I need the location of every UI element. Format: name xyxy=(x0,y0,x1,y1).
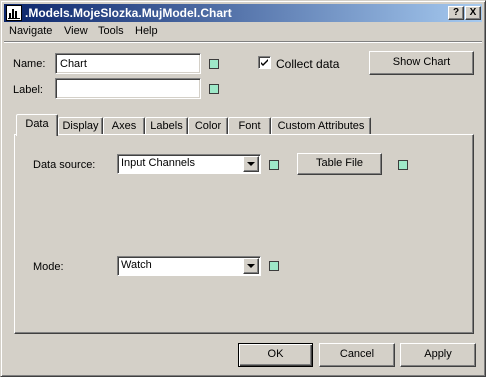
ok-button[interactable]: OK xyxy=(238,343,313,367)
chevron-down-icon[interactable] xyxy=(243,156,259,172)
name-attribute-marker[interactable] xyxy=(209,59,219,69)
name-label: Name: xyxy=(13,58,46,70)
table-file-attribute-marker[interactable] xyxy=(398,160,408,170)
collect-data-checkbox[interactable] xyxy=(258,56,271,69)
window-title: .Models.MojeSlozka.MujModel.Chart xyxy=(25,6,232,20)
data-source-label: Data source: xyxy=(33,159,96,171)
help-button[interactable]: ? xyxy=(448,6,464,20)
chart-app-icon xyxy=(6,5,22,21)
name-input[interactable] xyxy=(55,53,201,74)
mode-label: Mode: xyxy=(33,261,64,273)
label-attribute-marker[interactable] xyxy=(209,84,219,94)
cancel-button[interactable]: Cancel xyxy=(319,343,395,367)
dialog-window: .Models.MojeSlozka.MujModel.Chart ? X Na… xyxy=(0,0,486,377)
tab-font[interactable]: Font xyxy=(228,117,271,135)
tab-color[interactable]: Color xyxy=(188,117,228,135)
close-button[interactable]: X xyxy=(465,6,481,20)
chevron-down-icon[interactable] xyxy=(243,258,259,274)
label-label: Label: xyxy=(13,84,43,96)
data-source-value: Input Channels xyxy=(121,157,195,169)
data-source-attribute-marker[interactable] xyxy=(269,160,279,170)
tab-data[interactable]: Data xyxy=(16,114,58,136)
mode-dropdown[interactable]: Watch xyxy=(117,256,261,276)
mode-value: Watch xyxy=(121,259,152,271)
data-source-dropdown[interactable]: Input Channels xyxy=(117,154,261,174)
mode-attribute-marker[interactable] xyxy=(269,261,279,271)
label-input[interactable] xyxy=(55,78,201,99)
menu-navigate[interactable]: Navigate xyxy=(9,25,52,37)
menu-help[interactable]: Help xyxy=(135,25,158,37)
menu-bar: Navigate View Tools Help xyxy=(4,23,482,41)
tab-axes[interactable]: Axes xyxy=(103,117,145,135)
tab-labels[interactable]: Labels xyxy=(145,117,188,135)
menu-divider xyxy=(4,41,482,43)
checkmark-icon xyxy=(261,59,268,66)
table-file-button[interactable]: Table File xyxy=(297,153,382,175)
show-chart-button[interactable]: Show Chart xyxy=(369,51,474,75)
title-bar[interactable]: .Models.MojeSlozka.MujModel.Chart ? X xyxy=(4,4,482,22)
collect-data-label: Collect data xyxy=(276,57,340,71)
apply-button[interactable]: Apply xyxy=(400,343,476,367)
tab-display[interactable]: Display xyxy=(58,117,103,135)
menu-view[interactable]: View xyxy=(64,25,88,37)
tab-custom-attributes[interactable]: Custom Attributes xyxy=(271,117,371,135)
menu-tools[interactable]: Tools xyxy=(98,25,124,37)
